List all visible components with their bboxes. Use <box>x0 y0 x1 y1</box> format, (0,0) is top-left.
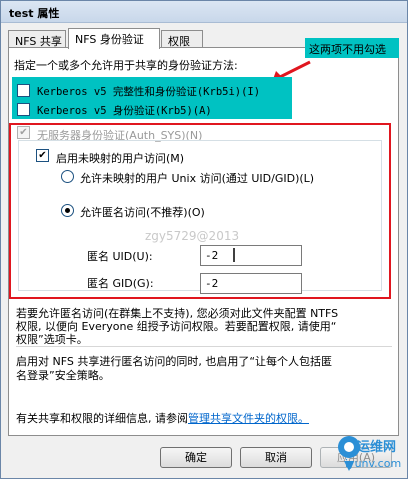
authsys-checkbox[interactable] <box>17 126 30 139</box>
logo-url: iyunv.com <box>345 457 402 470</box>
radio-unix-access-label[interactable]: 允许未映射的用户 Unix 访问(通过 UID/GID)(L) <box>80 170 314 186</box>
note-paragraph-2-line-2: 名登录”安全策略。 <box>16 369 110 382</box>
krb5i-checkbox[interactable] <box>17 84 30 97</box>
unmapped-access-label[interactable]: 启用未映射的用户访问(M) <box>56 150 184 166</box>
anon-gid-input[interactable]: -2 <box>200 273 302 294</box>
radio-unix-access[interactable] <box>61 170 74 183</box>
watermark-text: zgy5729@2013 <box>145 229 240 243</box>
radio-anonymous-access-label[interactable]: 允许匿名访问(不推荐)(O) <box>80 204 205 220</box>
note-paragraph-1-line-3: 权限”选项卡。 <box>16 333 88 346</box>
tab-nfs-share[interactable]: NFS 共享 <box>8 30 66 48</box>
auth-intro-text: 指定一个或多个允许用于共享的身份验证方法: <box>14 59 238 72</box>
title-bar[interactable]: test 属性 <box>1 1 407 23</box>
anon-uid-input[interactable]: -2 <box>200 245 302 266</box>
krb5-checkbox[interactable] <box>17 103 30 116</box>
ok-button[interactable]: 确定 <box>160 447 232 468</box>
krb5i-label[interactable]: Kerberos v5 完整性和身份验证(Krb5i)(I) <box>37 84 260 99</box>
divider <box>16 346 392 347</box>
logo-text: 运维网 <box>357 440 397 455</box>
krb5-label[interactable]: Kerberos v5 身份验证(Krb5)(A) <box>37 103 212 118</box>
anon-gid-label: 匿名 GID(G): <box>87 277 154 290</box>
anon-uid-label: 匿名 UID(U): <box>87 250 153 263</box>
tab-nfs-authentication[interactable]: NFS 身份验证 <box>68 28 160 49</box>
annotation-callout: 这两项不用勾选 <box>305 38 399 58</box>
info-prefix: 有关共享和权限的详细信息, 请参阅 <box>16 412 188 425</box>
manage-permissions-link[interactable]: 管理共享文件夹的权限。 <box>188 412 309 425</box>
info-text: 有关共享和权限的详细信息, 请参阅管理共享文件夹的权限。 <box>16 410 309 426</box>
radio-anonymous-access[interactable] <box>61 204 74 217</box>
tab-permissions[interactable]: 权限 <box>161 30 203 48</box>
cancel-button[interactable]: 取消 <box>240 447 312 468</box>
unmapped-access-checkbox[interactable] <box>36 149 49 162</box>
text-cursor-icon <box>233 248 235 262</box>
window-title: test 属性 <box>9 7 60 20</box>
